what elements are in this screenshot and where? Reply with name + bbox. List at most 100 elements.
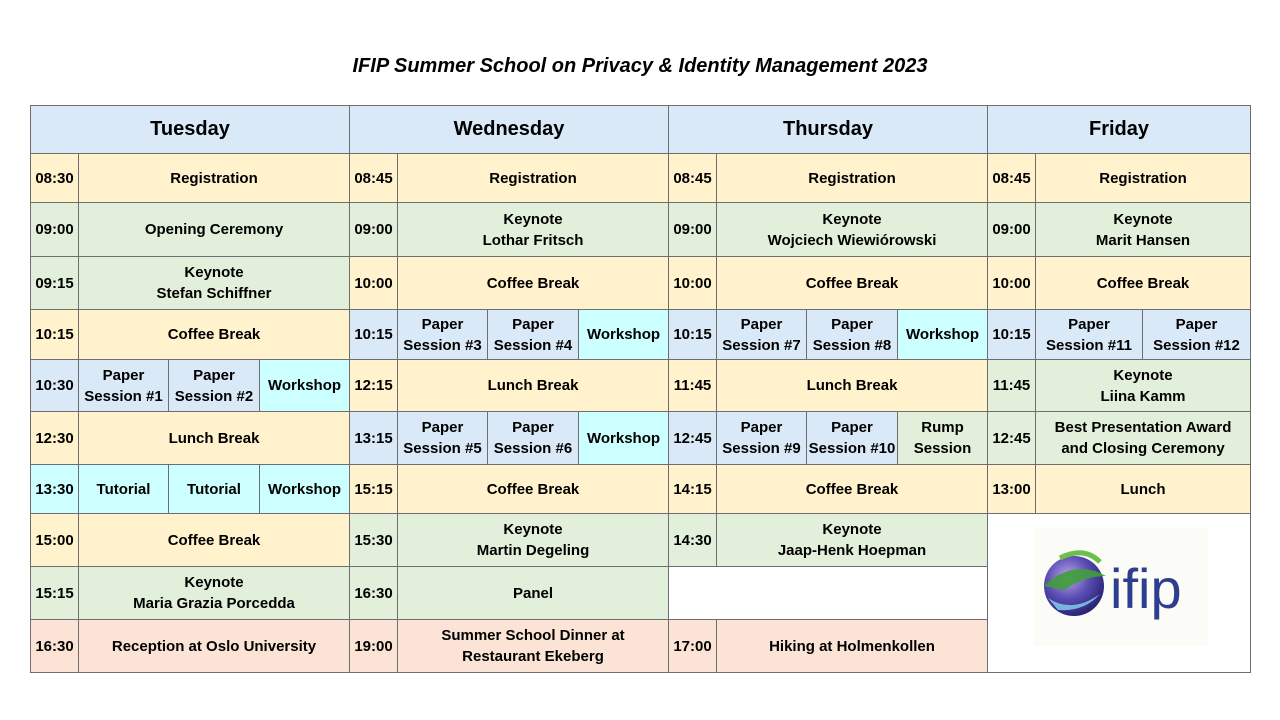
empty-slot: [668, 566, 988, 620]
session-keynote-martin-degeling: Keynote Martin Degeling: [397, 513, 669, 567]
time-cell: 17:00: [668, 619, 717, 673]
session-label: Paper Session #4: [494, 314, 572, 356]
session-line: Workshop: [586, 326, 661, 343]
time-cell: 16:30: [30, 619, 79, 673]
session-lunch-break: Lunch Break: [716, 359, 988, 412]
session-line: Paper: [421, 315, 464, 333]
session-line: Paper: [193, 366, 235, 384]
session-keynote-maria-grazia-porcedda: Keynote Maria Grazia Porcedda: [78, 566, 350, 620]
time-cell: 15:00: [30, 513, 79, 567]
session-label: Registration: [489, 168, 577, 189]
time-cell: 10:15: [668, 309, 717, 360]
session-line: Registration: [808, 169, 896, 187]
session-label: Coffee Break: [1097, 273, 1190, 294]
session-label: Coffee Break: [168, 530, 261, 551]
session-line: Lunch Break: [168, 429, 260, 447]
session-label: Keynote Martin Degeling: [477, 519, 590, 561]
session-label: Paper Session #8: [813, 314, 891, 356]
session-label: Opening Ceremony: [145, 219, 283, 240]
session-line: Stefan Schiffner: [156, 285, 272, 302]
session-label: Coffee Break: [487, 479, 580, 500]
time-cell: 15:15: [30, 566, 79, 620]
session-label: Coffee Break: [806, 479, 899, 500]
time-cell: 11:45: [987, 359, 1036, 412]
session-line: Summer School Dinner at: [441, 627, 625, 644]
session-line: Session #3: [403, 336, 482, 354]
session-label: Lunch Break: [807, 375, 898, 396]
session-line: Marit Hansen: [1095, 231, 1191, 249]
session-label: Tutorial: [97, 479, 151, 500]
session-workshop: Workshop: [578, 411, 669, 465]
day-header-thursday: Thursday: [668, 105, 988, 154]
time-cell: 08:45: [668, 153, 717, 203]
session-line: Session #11: [1046, 336, 1132, 354]
session-label: Workshop: [268, 479, 341, 500]
session-line: Session #10: [808, 440, 896, 457]
time-cell: 10:15: [987, 309, 1036, 360]
session-line: Session #6: [493, 440, 573, 457]
session-label: Registration: [170, 168, 258, 189]
session-label: Paper Session #11: [1046, 314, 1132, 356]
session-line: Workshop: [586, 429, 661, 447]
session-line: Best Presentation Award: [1054, 419, 1232, 436]
session-line: Hiking at Holmenkollen: [769, 637, 935, 655]
session-keynote-marit-hansen: Keynote Marit Hansen: [1035, 202, 1251, 257]
session-line: Opening Ceremony: [144, 221, 284, 238]
session-line: Wojciech Wiewiórowski: [767, 231, 937, 249]
session-line: Registration: [489, 169, 577, 187]
session-paper-session-3: Paper Session #3: [397, 309, 488, 360]
session-line: Coffee Break: [1096, 274, 1190, 292]
session-hiking-at-holmenkollen: Hiking at Holmenkollen: [716, 619, 988, 673]
session-label: Hiking at Holmenkollen: [769, 636, 935, 657]
session-coffee-break: Coffee Break: [78, 513, 350, 567]
session-registration: Registration: [397, 153, 669, 203]
time-cell: 09:00: [987, 202, 1036, 257]
day-header-wednesday: Wednesday: [349, 105, 669, 154]
session-line: Lunch Break: [806, 377, 898, 394]
session-line: Paper: [831, 315, 873, 333]
session-line: Paper: [1068, 315, 1110, 333]
time-cell: 10:15: [349, 309, 398, 360]
time-cell: 13:15: [349, 411, 398, 465]
session-line: Paper: [102, 366, 145, 384]
session-coffee-break: Coffee Break: [397, 464, 669, 514]
time-cell: 12:45: [987, 411, 1036, 465]
session-label: Paper Session #2: [175, 365, 253, 407]
time-cell: 13:00: [987, 464, 1036, 514]
session-line: Session #8: [812, 336, 892, 354]
session-line: Keynote: [503, 521, 563, 538]
session-line: Session #9: [722, 440, 801, 457]
time-cell: 12:30: [30, 411, 79, 465]
session-label: Lunch Break: [169, 428, 260, 449]
session-line: Martin Degeling: [476, 542, 590, 559]
session-line: Workshop: [905, 326, 980, 343]
time-cell: 14:15: [668, 464, 717, 514]
session-lunch-break: Lunch Break: [397, 359, 669, 412]
session-coffee-break: Coffee Break: [716, 464, 988, 514]
session-workshop: Workshop: [259, 359, 350, 412]
day-header-tuesday: Tuesday: [30, 105, 350, 154]
session-line: Maria Grazia Porcedda: [133, 595, 295, 612]
session-label: Workshop: [587, 324, 660, 345]
session-line: Keynote: [184, 264, 244, 281]
session-label: Coffee Break: [487, 273, 580, 294]
session-line: Workshop: [267, 377, 342, 394]
session-line: Lunch Break: [487, 377, 579, 394]
time-cell: 10:00: [987, 256, 1036, 310]
session-keynote-lothar-fritsch: Keynote Lothar Fritsch: [397, 202, 669, 257]
session-paper-session-11: Paper Session #11: [1035, 309, 1143, 360]
session-label: Keynote Liina Kamm: [1100, 365, 1185, 407]
session-label: Paper Session #5: [403, 417, 481, 459]
session-label: Reception at Oslo University: [112, 636, 316, 657]
session-line: Paper: [740, 419, 783, 436]
session-coffee-break: Coffee Break: [78, 309, 350, 360]
session-label: Paper Session #1: [84, 365, 162, 407]
time-cell: 08:45: [349, 153, 398, 203]
session-label: Paper Session #12: [1153, 314, 1240, 356]
session-line: Session: [913, 440, 972, 457]
session-line: Keynote: [822, 521, 882, 538]
session-label: Keynote Stefan Schiffner: [156, 262, 271, 304]
time-cell: 12:15: [349, 359, 398, 412]
session-line: Keynote: [503, 210, 563, 228]
time-cell: 11:45: [668, 359, 717, 412]
